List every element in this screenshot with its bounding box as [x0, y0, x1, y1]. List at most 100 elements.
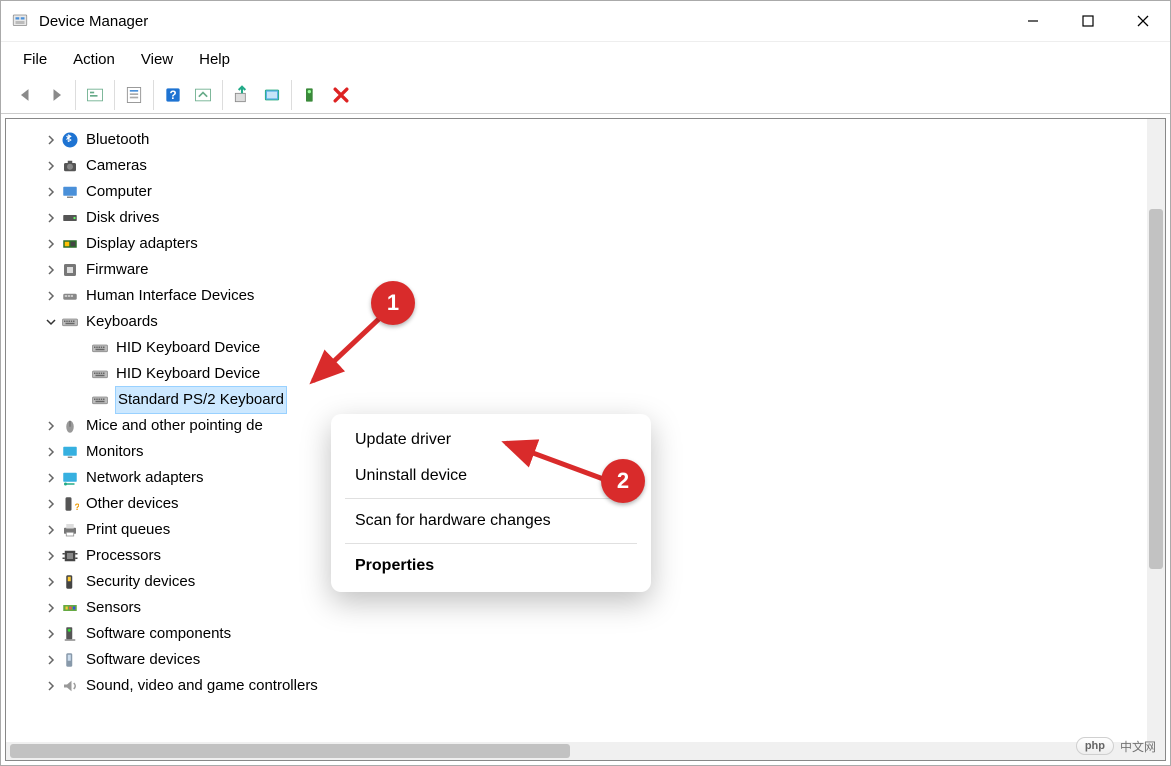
printer-icon [60, 521, 80, 539]
tree-item-display-adapter[interactable]: Display adapters [14, 231, 1165, 257]
properties-button[interactable] [119, 81, 149, 109]
annotation-step-1: 1 [371, 281, 415, 325]
chevron-right-icon[interactable] [42, 499, 60, 509]
menu-view[interactable]: View [129, 48, 185, 71]
tree-item-computer[interactable]: Computer [14, 179, 1165, 205]
tree-item-hid[interactable]: Human Interface Devices [14, 283, 1165, 309]
tree-item-label: Standard PS/2 Keyboard [116, 387, 286, 413]
device-manager-window: Device Manager File Action View Help [0, 0, 1171, 766]
help-button[interactable]: ? [158, 81, 188, 109]
bluetooth-icon [60, 131, 80, 149]
tree-item-firmware[interactable]: Firmware [14, 257, 1165, 283]
annotation-step-2: 2 [601, 459, 645, 503]
tree-item-software-device[interactable]: Software devices [14, 647, 1165, 673]
chevron-down-icon[interactable] [42, 317, 60, 327]
menu-action[interactable]: Action [61, 48, 127, 71]
chevron-right-icon[interactable] [42, 161, 60, 171]
close-button[interactable] [1115, 1, 1170, 41]
tree-item-label: Other devices [86, 491, 179, 517]
scrollbar-thumb[interactable] [1149, 209, 1163, 569]
tree-item-camera[interactable]: Cameras [14, 153, 1165, 179]
chevron-right-icon[interactable] [42, 421, 60, 431]
chevron-right-icon[interactable] [42, 447, 60, 457]
tree-item-label: Print queues [86, 517, 170, 543]
firmware-icon [60, 261, 80, 279]
context-update-driver[interactable]: Update driver [331, 422, 651, 458]
context-scan-hardware[interactable]: Scan for hardware changes [331, 503, 651, 539]
camera-icon [60, 157, 80, 175]
chevron-right-icon[interactable] [42, 239, 60, 249]
tree-item-bluetooth[interactable]: Bluetooth [14, 127, 1165, 153]
tree-item-label: HID Keyboard Device [116, 335, 260, 361]
display-adapter-icon [60, 235, 80, 253]
minimize-button[interactable] [1005, 1, 1060, 41]
computer-icon [60, 183, 80, 201]
tree-item-label: Software devices [86, 647, 200, 673]
tree-item-label: Cameras [86, 153, 147, 179]
chevron-right-icon[interactable] [42, 265, 60, 275]
chevron-right-icon[interactable] [42, 291, 60, 301]
tree-item-label: Computer [86, 179, 152, 205]
keyboard-icon [90, 339, 110, 357]
chevron-right-icon[interactable] [42, 577, 60, 587]
scrollbar-thumb-h[interactable] [10, 744, 570, 758]
nav-forward-button[interactable] [41, 81, 71, 109]
context-separator [345, 498, 637, 499]
context-separator [345, 543, 637, 544]
enable-device-button[interactable] [296, 81, 326, 109]
tree-item-keyboard[interactable]: HID Keyboard Device [14, 361, 1165, 387]
scan-hardware-button[interactable] [188, 81, 218, 109]
menubar: File Action View Help [1, 42, 1170, 77]
tree-item-label: Sound, video and game controllers [86, 673, 318, 699]
tree-item-disk[interactable]: Disk drives [14, 205, 1165, 231]
tree-item-keyboard[interactable]: Standard PS/2 Keyboard [14, 387, 1165, 413]
tree-item-label: Bluetooth [86, 127, 149, 153]
vertical-scrollbar[interactable] [1147, 119, 1165, 760]
software-component-icon [60, 625, 80, 643]
chevron-right-icon[interactable] [42, 525, 60, 535]
app-icon [11, 12, 29, 30]
uninstall-device-button[interactable] [326, 81, 356, 109]
tree-item-label: Disk drives [86, 205, 159, 231]
tree-item-label: Monitors [86, 439, 144, 465]
tree-item-sensor[interactable]: Sensors [14, 595, 1165, 621]
chevron-right-icon[interactable] [42, 187, 60, 197]
chevron-right-icon[interactable] [42, 603, 60, 613]
maximize-button[interactable] [1060, 1, 1115, 41]
tree-item-keyboard[interactable]: Keyboards [14, 309, 1165, 335]
chevron-right-icon[interactable] [42, 135, 60, 145]
chevron-right-icon[interactable] [42, 473, 60, 483]
nav-back-button[interactable] [11, 81, 41, 109]
security-icon [60, 573, 80, 591]
context-properties[interactable]: Properties [331, 548, 651, 584]
other-icon: ? [60, 495, 80, 513]
sound-icon [60, 677, 80, 695]
hid-icon [60, 287, 80, 305]
tree-item-label: Keyboards [86, 309, 158, 335]
tree-item-sound[interactable]: Sound, video and game controllers [14, 673, 1165, 699]
chevron-right-icon[interactable] [42, 213, 60, 223]
horizontal-scrollbar[interactable] [6, 742, 1165, 760]
tree-item-label: Mice and other pointing de [86, 413, 263, 439]
disable-device-button[interactable] [257, 81, 287, 109]
watermark-text: 中文网 [1120, 738, 1156, 755]
watermark-brand: php [1076, 737, 1114, 755]
tree-item-label: Firmware [86, 257, 149, 283]
svg-text:?: ? [75, 502, 80, 512]
menu-help[interactable]: Help [187, 48, 242, 71]
menu-file[interactable]: File [11, 48, 59, 71]
monitor-icon [60, 443, 80, 461]
chevron-right-icon[interactable] [42, 655, 60, 665]
chevron-right-icon[interactable] [42, 681, 60, 691]
tree-item-label: Display adapters [86, 231, 198, 257]
chevron-right-icon[interactable] [42, 551, 60, 561]
watermark: php 中文网 [1076, 737, 1156, 755]
tree-item-label: Human Interface Devices [86, 283, 254, 309]
tree-item-label: Network adapters [86, 465, 204, 491]
tree-item-keyboard[interactable]: HID Keyboard Device [14, 335, 1165, 361]
update-driver-button[interactable] [227, 81, 257, 109]
tree-item-software-component[interactable]: Software components [14, 621, 1165, 647]
chevron-right-icon[interactable] [42, 629, 60, 639]
titlebar: Device Manager [1, 1, 1170, 42]
show-hidden-button[interactable] [80, 81, 110, 109]
